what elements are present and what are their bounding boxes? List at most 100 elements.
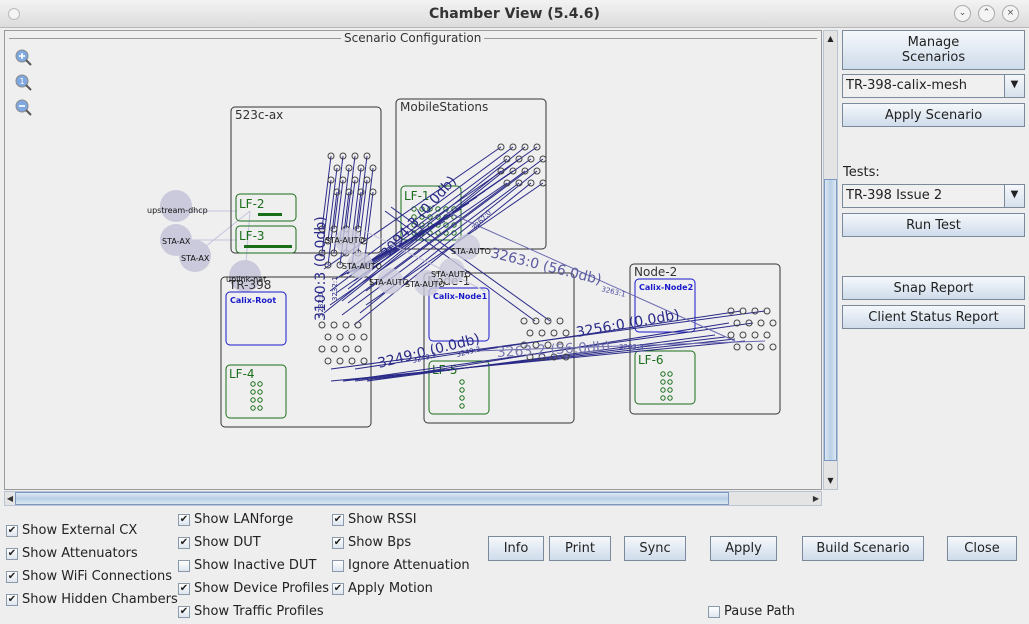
sync-button[interactable]: Sync <box>624 536 686 561</box>
radio-icon <box>667 371 673 377</box>
station-port <box>757 319 765 327</box>
title-bar: Chamber View (5.4.6) ⌄ ⌃ × <box>0 0 1029 28</box>
chevron-down-icon[interactable]: ▼ <box>1004 185 1024 207</box>
chamber-label: TR-398 <box>228 278 271 292</box>
lf-6-radios <box>660 371 673 401</box>
station-port <box>360 357 368 365</box>
checkbox-show-bps[interactable]: ✔ Show Bps <box>332 535 411 550</box>
chamber-label: MobileStations <box>400 100 488 114</box>
maximize-button[interactable]: ⌃ <box>978 5 995 22</box>
checkbox-show-device-profiles[interactable]: ✔ Show Device Profiles <box>178 581 329 596</box>
checkbox-unchecked-icon[interactable] <box>708 605 720 618</box>
apply-scenario-button[interactable]: Apply Scenario <box>842 103 1025 127</box>
client-status-report-button[interactable]: Client Status Report <box>842 305 1025 329</box>
checkbox-show-wifi-connections[interactable]: ✔ Show WiFi Connections <box>6 569 172 584</box>
checkbox-show-external-cx[interactable]: ✔ Show External CX <box>6 523 137 538</box>
snap-report-button[interactable]: Snap Report <box>842 276 1025 300</box>
radio-icon <box>660 387 666 393</box>
device-label: LF-4 <box>229 367 255 381</box>
radio-icon <box>660 371 666 377</box>
window-title: Chamber View (5.4.6) <box>429 6 600 22</box>
checkbox-pause-path[interactable]: Pause Path <box>708 604 795 619</box>
sta-auto-label: STA-AUTO <box>431 270 471 279</box>
checkbox-label: Show Inactive DUT <box>194 558 317 573</box>
scenario-canvas[interactable]: Scenario Configuration 1 upstream-dhcp S… <box>4 30 822 490</box>
device-label: Calix-Root <box>230 296 276 305</box>
test-select[interactable]: TR-398 Issue 2 ▼ <box>842 184 1025 208</box>
checkbox-checked-icon[interactable]: ✔ <box>332 513 344 526</box>
station-port <box>342 345 350 353</box>
station-port <box>556 317 564 325</box>
checkbox-checked-icon[interactable]: ✔ <box>178 582 190 595</box>
vertical-scroll-thumb[interactable] <box>824 179 837 461</box>
checkbox-label: Show DUT <box>194 535 261 550</box>
station-port <box>562 329 570 337</box>
checkbox-unchecked-icon[interactable] <box>332 559 344 572</box>
station-port <box>538 329 546 337</box>
station-port <box>763 331 771 339</box>
chamber-diagram: upstream-dhcp STA-AX STA-AX uplink-nat 5… <box>147 98 781 428</box>
scroll-down-arrow-icon[interactable]: ▼ <box>824 473 837 489</box>
checkbox-label: Show Attenuators <box>22 546 138 561</box>
checkbox-checked-icon[interactable]: ✔ <box>6 593 18 606</box>
station-port <box>324 333 332 341</box>
run-test-button[interactable]: Run Test <box>842 213 1025 237</box>
scroll-left-arrow-icon[interactable]: ◀ <box>5 492 15 505</box>
radio-icon <box>250 381 256 387</box>
test-select-value: TR-398 Issue 2 <box>846 188 943 203</box>
horizontal-scrollbar[interactable]: ◀ ▶ <box>4 491 822 506</box>
chamber-label: 523c-ax <box>235 108 283 122</box>
checkbox-label: Show RSSI <box>348 512 417 527</box>
radio-icon <box>250 405 256 411</box>
checkbox-checked-icon[interactable]: ✔ <box>6 524 18 537</box>
station-port <box>757 343 765 351</box>
checkbox-label: Show Traffic Profiles <box>194 604 324 619</box>
checkbox-checked-icon[interactable]: ✔ <box>178 605 190 618</box>
vertical-scrollbar[interactable]: ▲ ▼ <box>823 30 838 490</box>
build-scenario-button[interactable]: Build Scenario <box>802 536 924 561</box>
checkbox-checked-icon[interactable]: ✔ <box>178 513 190 526</box>
close-button[interactable]: Close <box>947 536 1017 561</box>
station-port <box>550 329 558 337</box>
station-port <box>769 343 777 351</box>
device-label: Calix-Node1 <box>433 292 488 301</box>
link-label: 3232:0 <box>317 292 325 317</box>
checkbox-label: Ignore Attenuation <box>348 558 470 573</box>
checkbox-show-dut[interactable]: ✔ Show DUT <box>178 535 261 550</box>
checkbox-show-rssi[interactable]: ✔ Show RSSI <box>332 512 417 527</box>
checkbox-ignore-attenuation[interactable]: Ignore Attenuation <box>332 558 470 573</box>
link-label: 3263:0 (56.0db) <box>489 245 603 288</box>
horizontal-scroll-thumb[interactable] <box>15 492 729 505</box>
checkbox-show-lanforge[interactable]: ✔ Show LANforge <box>178 512 293 527</box>
scroll-right-arrow-icon[interactable]: ▶ <box>811 492 821 505</box>
chevron-down-icon[interactable]: ▼ <box>1004 75 1024 97</box>
checkbox-checked-icon[interactable]: ✔ <box>332 536 344 549</box>
checkbox-unchecked-icon[interactable] <box>178 559 190 572</box>
checkbox-checked-icon[interactable]: ✔ <box>178 536 190 549</box>
checkbox-checked-icon[interactable]: ✔ <box>332 582 344 595</box>
scenario-select[interactable]: TR-398-calix-mesh ▼ <box>842 74 1025 98</box>
print-button[interactable]: Print <box>549 536 611 561</box>
apply-button[interactable]: Apply <box>710 536 777 561</box>
radio-icon <box>459 403 465 409</box>
info-button[interactable]: Info <box>488 536 544 561</box>
checkbox-show-traffic-profiles[interactable]: ✔ Show Traffic Profiles <box>178 604 324 619</box>
station-port <box>336 333 344 341</box>
station-port <box>354 321 362 329</box>
checkbox-apply-motion[interactable]: ✔ Apply Motion <box>332 581 433 596</box>
station-port <box>751 331 759 339</box>
link-label: 3262:0 <box>471 209 493 233</box>
minimize-button[interactable]: ⌄ <box>954 5 971 22</box>
station-port <box>342 321 350 329</box>
checkbox-show-hidden-chambers[interactable]: ✔ Show Hidden Chambers <box>6 592 178 607</box>
checkbox-show-attenuators[interactable]: ✔ Show Attenuators <box>6 546 138 561</box>
station-port <box>745 343 753 351</box>
checkbox-checked-icon[interactable]: ✔ <box>6 570 18 583</box>
checkbox-show-inactive-dut[interactable]: Show Inactive DUT <box>178 558 316 573</box>
close-window-button[interactable]: × <box>1002 5 1019 22</box>
manage-scenarios-button[interactable]: Manage Scenarios <box>842 30 1025 70</box>
station-port <box>520 317 528 325</box>
checkbox-checked-icon[interactable]: ✔ <box>6 547 18 560</box>
link-label: 3263:2 (56.0db) <box>496 339 610 361</box>
scroll-up-arrow-icon[interactable]: ▲ <box>824 31 837 47</box>
